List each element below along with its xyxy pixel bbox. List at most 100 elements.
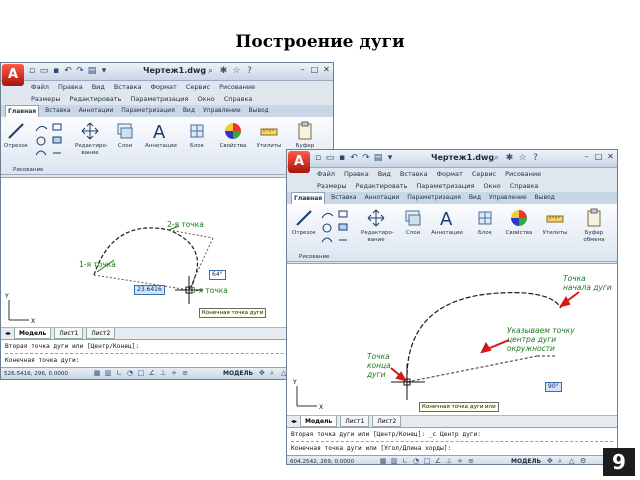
ducs-icon[interactable]: ⊥ [445, 457, 453, 464]
polar-icon[interactable]: ◔ [412, 457, 420, 464]
dropdown-icon[interactable]: ▾ [385, 152, 395, 164]
star-icon[interactable]: ☆ [231, 65, 242, 77]
redo-icon[interactable]: ↷ [75, 65, 85, 77]
dyn-icon[interactable]: + [170, 369, 178, 378]
polar-icon[interactable]: ◔ [126, 369, 134, 378]
menu-modify[interactable]: Редактировать [356, 180, 408, 192]
tab-manage[interactable]: Управление [487, 192, 529, 204]
tab-view[interactable]: Вид [181, 105, 197, 117]
menu-parametric[interactable]: Параметризация [130, 93, 188, 105]
menu-insert[interactable]: Вставка [114, 81, 142, 93]
tool-icon[interactable]: ✱ [218, 65, 229, 77]
minimize-icon[interactable]: – [582, 152, 591, 162]
tab-layout1[interactable]: Лист1 [340, 416, 370, 427]
dynamic-input-length[interactable]: 23.6416 [134, 285, 165, 295]
tab-parametric[interactable]: Параметризация [119, 105, 177, 117]
menu-parametric[interactable]: Параметризация [416, 180, 474, 192]
tab-layout2[interactable]: Лист2 [372, 416, 402, 427]
menu-file[interactable]: Файл [31, 81, 49, 93]
modify-button[interactable]: Редактиро-вание [361, 208, 394, 244]
ortho-icon[interactable]: ∟ [401, 457, 409, 464]
maximize-icon[interactable]: □ [594, 152, 603, 162]
osnap-icon[interactable]: □ [423, 457, 431, 464]
layers-button[interactable]: Слои [399, 208, 427, 237]
workspace-icon[interactable]: ⚙ [580, 457, 588, 464]
maximize-icon[interactable]: □ [310, 65, 319, 75]
properties-button[interactable]: Свойства [219, 121, 247, 150]
tab-home[interactable]: Главная [291, 192, 326, 204]
otrack-icon[interactable]: ∠ [148, 369, 156, 378]
dyn-icon[interactable]: + [456, 457, 464, 464]
lweight-icon[interactable]: ≡ [181, 369, 189, 378]
menu-help[interactable]: Справка [510, 180, 539, 192]
application-menu-button[interactable]: A [288, 151, 310, 173]
model-space-label[interactable]: МОДЕЛЬ [511, 456, 541, 464]
menu-edit[interactable]: Правка [344, 168, 369, 180]
zoom-icon[interactable]: ⌕ [558, 457, 566, 464]
application-menu-button[interactable]: A [2, 64, 24, 86]
lweight-icon[interactable]: ≡ [467, 457, 475, 464]
open-file-icon[interactable]: ▭ [325, 152, 335, 164]
drawing-canvas[interactable]: Y X 2-я точка 1-я точка 3-я точка 23.641… [1, 177, 333, 327]
tab-model[interactable]: Модель [14, 328, 52, 339]
tab-output[interactable]: Вывод [247, 105, 271, 117]
clipboard-button[interactable]: Буфер [291, 121, 319, 150]
properties-button[interactable]: Свойства [505, 208, 533, 237]
open-file-icon[interactable]: ▭ [39, 65, 49, 77]
block-button[interactable]: Блок [473, 208, 497, 237]
tab-layout1[interactable]: Лист1 [54, 328, 84, 339]
save-icon[interactable]: ▪ [337, 152, 347, 164]
menu-dimension[interactable]: Размеры [31, 93, 61, 105]
utilities-button[interactable]: Утилиты [255, 121, 283, 150]
line-button[interactable]: Отрезок [3, 121, 29, 150]
print-icon[interactable]: ▤ [373, 152, 383, 164]
grid-icon[interactable]: ▥ [104, 369, 112, 378]
close-icon[interactable]: ✕ [606, 152, 615, 162]
tab-model[interactable]: Модель [300, 416, 338, 427]
menu-format[interactable]: Формат [150, 81, 176, 93]
menu-view[interactable]: Вид [378, 168, 391, 180]
menu-draw[interactable]: Рисование [219, 81, 255, 93]
nav-arrows-icon[interactable]: ◂▸ [5, 328, 11, 339]
menu-insert[interactable]: Вставка [400, 168, 428, 180]
undo-icon[interactable]: ↶ [349, 152, 359, 164]
snap-icon[interactable]: ▦ [379, 457, 387, 464]
tool-icon[interactable]: ✱ [504, 152, 515, 164]
tab-parametric[interactable]: Параметризация [405, 192, 463, 204]
tab-home[interactable]: Главная [5, 105, 40, 117]
undo-icon[interactable]: ↶ [63, 65, 73, 77]
otrack-icon[interactable]: ∠ [434, 457, 442, 464]
tab-annotate[interactable]: Аннотации [363, 192, 402, 204]
new-file-icon[interactable]: ▫ [27, 65, 37, 77]
model-space-label[interactable]: МОДЕЛЬ [223, 368, 253, 379]
menu-window[interactable]: Окно [483, 180, 500, 192]
menu-modify[interactable]: Редактировать [70, 93, 122, 105]
ortho-icon[interactable]: ∟ [115, 369, 123, 378]
tab-output[interactable]: Вывод [533, 192, 557, 204]
command-line[interactable]: Вторая точка дуги или [Центр/Конец]: _с … [287, 427, 617, 455]
snap-icon[interactable]: ▦ [93, 369, 101, 378]
tab-layout2[interactable]: Лист2 [86, 328, 116, 339]
dynamic-input-angle[interactable]: 64° [209, 270, 226, 280]
annotation-button[interactable]: A Аннотации [431, 208, 463, 237]
command-line[interactable]: Вторая точка дуги или [Центр/Конец]: Кон… [1, 339, 333, 367]
menu-file[interactable]: Файл [317, 168, 335, 180]
menu-edit[interactable]: Правка [58, 81, 83, 93]
zoom-icon[interactable]: ⌕ [270, 369, 278, 378]
tab-annotate[interactable]: Аннотации [77, 105, 116, 117]
tab-manage[interactable]: Управление [201, 105, 243, 117]
menu-dimension[interactable]: Размеры [317, 180, 347, 192]
line-button[interactable]: Отрезок [291, 208, 317, 237]
menu-window[interactable]: Окно [197, 93, 214, 105]
grid-icon[interactable]: ▥ [390, 457, 398, 464]
dropdown-icon[interactable]: ▾ [99, 65, 109, 77]
dynamic-input-angle[interactable]: 90° [545, 382, 562, 392]
help-icon[interactable]: ? [244, 65, 255, 77]
drawing-canvas[interactable]: Y X Точка начала дуги Указываем точку це… [287, 263, 617, 415]
pan-icon[interactable]: ✥ [259, 369, 267, 378]
menu-tools[interactable]: Сервис [186, 81, 210, 93]
menu-view[interactable]: Вид [92, 81, 105, 93]
utilities-button[interactable]: Утилиты [541, 208, 569, 237]
help-icon[interactable]: ? [530, 152, 541, 164]
menu-help[interactable]: Справка [224, 93, 253, 105]
